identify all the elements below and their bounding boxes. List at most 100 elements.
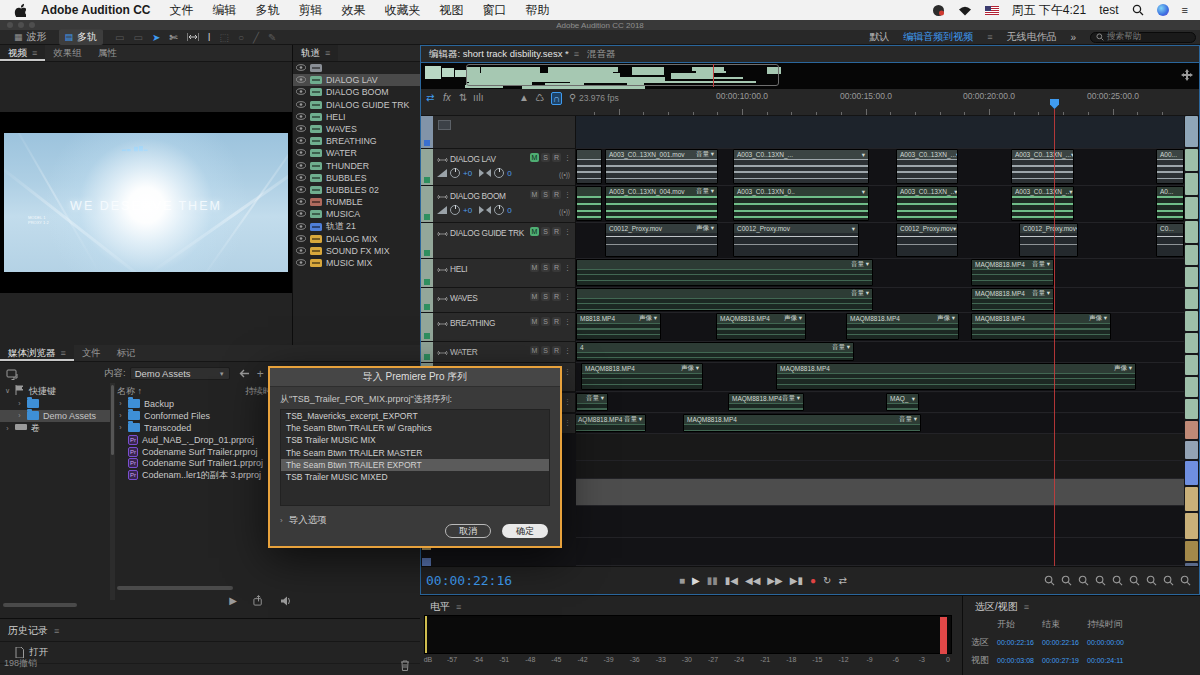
audio-clip[interactable]: A00... bbox=[1156, 149, 1184, 184]
audio-clip[interactable]: 音量 ▾ bbox=[576, 259, 873, 286]
track-lane[interactable]: A003_C0..13XN_004.mov音量 ▾A003_C0..13XN_0… bbox=[576, 186, 1184, 223]
arm-button[interactable]: R bbox=[552, 346, 561, 355]
ok-button[interactable]: 确定 bbox=[502, 524, 548, 538]
clip-badge[interactable]: ▾ bbox=[1076, 225, 1077, 233]
control-center-icon[interactable]: ≡ bbox=[1182, 4, 1188, 16]
sequence-item[interactable]: The Seam Btwn TRAILER EXPORT bbox=[281, 459, 549, 471]
track-header-DIALOG BOOM[interactable]: DIALOG BOOMMSR⋮+00((•)) bbox=[433, 186, 576, 223]
media-autoplay-icon[interactable] bbox=[253, 595, 264, 606]
track-lane[interactable]: 音量 ▾MAQM8818.MP4音量 ▾ bbox=[576, 288, 1184, 313]
track-list-item[interactable]: DIALOG GUIDE TRK bbox=[293, 99, 420, 111]
loop-button[interactable]: ↻ bbox=[823, 575, 831, 586]
arm-button[interactable]: R bbox=[552, 227, 561, 236]
track-more-icon[interactable]: ⋮ bbox=[563, 190, 572, 199]
audio-clip[interactable]: A003_C0..13XN_..▾ bbox=[1011, 186, 1074, 221]
track-header-HELI[interactable]: HELIMSR⋮ bbox=[433, 259, 576, 288]
clip-badge[interactable]: 声像 ▾ bbox=[681, 364, 699, 373]
tree-hscrollbar[interactable] bbox=[3, 603, 77, 607]
clip-badge[interactable]: 音量 ▾ bbox=[696, 150, 714, 159]
rewind-button[interactable]: ◀◀ bbox=[745, 575, 760, 586]
pencil-tool-icon[interactable]: ✎ bbox=[268, 32, 276, 43]
panel-menu-icon[interactable]: ≡ bbox=[54, 626, 59, 636]
volume-knob[interactable] bbox=[450, 205, 460, 215]
clip-badge[interactable]: 音量 ▾ bbox=[851, 260, 869, 269]
solo-button[interactable]: S bbox=[541, 317, 550, 326]
media-audio-icon[interactable] bbox=[280, 596, 292, 606]
track-list-item[interactable]: RUMBLE bbox=[293, 196, 420, 208]
clip-badge[interactable]: ▾ bbox=[954, 188, 957, 196]
track-header-WAVES[interactable]: WAVESMSR⋮ bbox=[433, 288, 576, 313]
zoom-icon[interactable] bbox=[1146, 572, 1157, 590]
zoom-icon[interactable] bbox=[1095, 572, 1106, 590]
audio-clip[interactable]: 4音量 ▾ bbox=[576, 342, 854, 361]
mute-button[interactable]: M bbox=[530, 190, 539, 199]
wifi-icon[interactable] bbox=[958, 5, 972, 16]
track-list-item[interactable]: WATER bbox=[293, 147, 420, 159]
menu-帮助[interactable]: 帮助 bbox=[526, 3, 550, 17]
clip-badge[interactable]: ▾ bbox=[862, 151, 865, 159]
track-list-item[interactable]: HELI bbox=[293, 111, 420, 123]
tab-mixer[interactable]: 混音器 bbox=[587, 48, 616, 61]
expander-icon[interactable]: › bbox=[4, 425, 11, 432]
eye-icon[interactable] bbox=[296, 100, 306, 110]
clip-badge[interactable]: 音量 ▾ bbox=[696, 187, 714, 196]
audio-clip[interactable]: MAQM8818.MP4声像 ▾ bbox=[776, 363, 1136, 390]
mute-button[interactable]: M bbox=[530, 227, 539, 236]
lasso-tool-icon[interactable]: ○ bbox=[238, 32, 244, 43]
audio-clip[interactable]: MAQM8818.MP4音量 ▾ bbox=[683, 414, 921, 432]
clip-badge[interactable]: 声像 ▾ bbox=[937, 314, 955, 323]
marker-pin-icon[interactable]: ⚲ bbox=[569, 92, 576, 103]
track-list-item[interactable]: WAVES bbox=[293, 123, 420, 135]
menu-编辑[interactable]: 编辑 bbox=[213, 3, 237, 17]
fx-icon[interactable]: fx bbox=[443, 92, 451, 103]
clip-badge[interactable]: ▾ bbox=[912, 395, 915, 403]
route-icon[interactable]: ⇅ bbox=[459, 92, 467, 103]
eye-icon[interactable] bbox=[296, 246, 306, 256]
eye-icon[interactable] bbox=[296, 136, 306, 146]
track-more-icon[interactable]: ⋮ bbox=[563, 227, 572, 236]
column-name[interactable]: 名称 ↑ bbox=[117, 385, 245, 398]
track-header-DIALOG GUIDE TRK[interactable]: DIALOG GUIDE TRKMSR⋮ bbox=[433, 223, 576, 259]
eye-icon[interactable] bbox=[296, 197, 306, 207]
audio-clip[interactable]: C0012_Proxy.mov▾ bbox=[733, 223, 859, 257]
solo-button[interactable]: S bbox=[541, 190, 550, 199]
workspace-radio[interactable]: 无线电作品 bbox=[1006, 30, 1056, 44]
line-tool-icon[interactable]: ╱ bbox=[253, 32, 259, 43]
multitrack-view-button[interactable]: ▤多轨 bbox=[59, 29, 104, 45]
track-list-item[interactable]: 轨道 21 bbox=[293, 220, 420, 232]
menubar-clock[interactable]: 周五 下午4:21 bbox=[1012, 2, 1087, 19]
waveform-view-button[interactable]: ▦波形 bbox=[8, 29, 53, 45]
panel-menu-icon[interactable]: ≡ bbox=[1024, 602, 1029, 612]
trash-icon[interactable] bbox=[400, 660, 410, 671]
audio-clip[interactable]: MAQM8818.MP4声像 ▾ bbox=[581, 363, 703, 390]
track-list-item[interactable]: THUNDER bbox=[293, 160, 420, 172]
panel-menu-icon[interactable]: ≡ bbox=[574, 49, 579, 59]
audio-clip[interactable]: 音量 ▾ bbox=[576, 393, 608, 411]
tab-properties[interactable]: 属性 bbox=[90, 45, 125, 61]
audio-clip[interactable]: MAQM8818.MP4声像 ▾ bbox=[971, 313, 1111, 340]
arm-button[interactable]: R bbox=[552, 317, 561, 326]
track-more-icon[interactable]: ⋮ bbox=[563, 292, 572, 301]
solo-button[interactable]: S bbox=[541, 292, 550, 301]
audio-clip[interactable]: MAQM8818.MP4声像 ▾ bbox=[846, 313, 959, 340]
expander-icon[interactable]: › bbox=[16, 412, 23, 419]
audio-clip[interactable]: A003_C0..13XN_...▾ bbox=[733, 149, 869, 184]
track-header-video[interactable] bbox=[433, 116, 576, 149]
clip-badge[interactable]: 声像 ▾ bbox=[696, 224, 714, 233]
track-lane[interactable]: 音量 ▾MAQM8818.MP4音量 ▾MAQ_▾ bbox=[576, 393, 1184, 413]
selview-value[interactable]: 00:00:24:11 bbox=[1087, 657, 1132, 664]
expander-icon[interactable]: › bbox=[16, 400, 23, 407]
volume-knob[interactable] bbox=[450, 168, 460, 178]
vertical-zoom-scrollbar[interactable] bbox=[1184, 116, 1199, 566]
selview-value[interactable]: 00:00:22:16 bbox=[1042, 639, 1087, 646]
magnet-snap-icon[interactable]: ∩ bbox=[551, 92, 562, 105]
track-list-item[interactable]: BREATHING bbox=[293, 135, 420, 147]
track-lane[interactable]: C0012_Proxy.mov声像 ▾C0012_Proxy.mov▾C0012… bbox=[576, 223, 1184, 259]
eye-icon[interactable] bbox=[296, 87, 306, 97]
expander-icon[interactable]: ∨ bbox=[4, 387, 11, 395]
menu-收藏夹[interactable]: 收藏夹 bbox=[385, 3, 421, 17]
back-arrow-icon[interactable] bbox=[238, 369, 249, 378]
track-lane[interactable] bbox=[576, 116, 1184, 149]
media-splitter-scrollbar[interactable] bbox=[110, 383, 115, 600]
clip-badge[interactable]: 声像 ▾ bbox=[1114, 364, 1132, 373]
